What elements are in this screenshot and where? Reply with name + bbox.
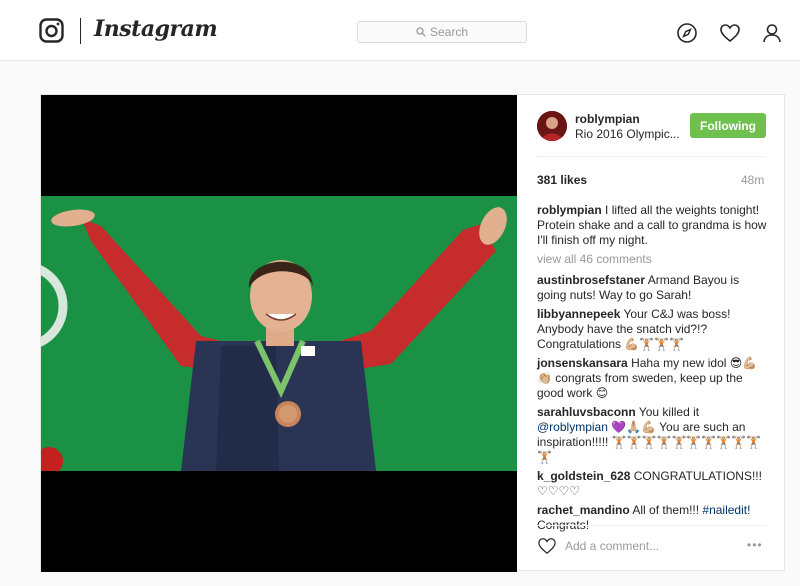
post-sidebar: roblympian Rio 2016 Olympic... Following… [517,95,785,572]
heart-icon[interactable] [719,22,741,44]
search-icon [416,27,426,37]
more-options-icon[interactable]: ••• [747,538,763,552]
add-comment-bar: Add a comment... ••• [537,536,766,558]
instagram-logo-text[interactable]: Instagram [94,16,218,42]
comment-username[interactable]: austinbrosefstaner [537,273,645,287]
post-username[interactable]: roblympian [575,112,640,126]
comment-username[interactable]: libbyannepeek [537,307,620,321]
comment-item: sarahluvsbaconn You killed it @roblympia… [537,405,769,465]
search-input[interactable]: Search [357,21,527,43]
post-header: roblympian Rio 2016 Olympic... Following [517,95,785,157]
comments-list: roblympian I lifted all the weights toni… [537,203,769,537]
search-placeholder: Search [429,25,469,39]
comment-item: jonsenskansara Haha my new idol 😎💪🏼👏🏼 co… [537,356,769,401]
comment-username[interactable]: sarahluvsbaconn [537,405,636,419]
compass-icon[interactable] [676,22,698,44]
comment-item: k_goldstein_628 CONGRATULATIONS!!! ♡♡♡♡ [537,469,769,499]
top-navigation: Instagram Search [0,0,800,61]
divider [537,525,766,526]
divider [537,156,766,157]
post-media[interactable] [41,95,517,572]
comment-username[interactable]: jonsenskansara [537,356,628,370]
user-icon[interactable] [761,22,783,44]
comment-username[interactable]: rachet_mandino [537,503,630,517]
comment-text: You killed it [638,405,700,419]
instagram-glyph-icon[interactable] [39,18,64,43]
post-timestamp[interactable]: 48m [741,173,764,187]
like-heart-icon[interactable] [537,537,557,555]
comment-item: libbyannepeek Your C&J was boss! Anybody… [537,307,769,352]
comment-text: All of them!!! [632,503,703,517]
caption: roblympian I lifted all the weights toni… [537,203,769,248]
post-location[interactable]: Rio 2016 Olympic... [575,127,680,141]
avatar[interactable] [537,111,567,141]
mention-link[interactable]: @roblympian [537,420,608,434]
add-comment-input[interactable]: Add a comment... [565,539,659,553]
view-all-comments-link[interactable]: view all 46 comments [537,252,769,267]
post-card: roblympian Rio 2016 Olympic... Following… [40,94,785,572]
likes-count[interactable]: 381 likes [537,173,587,187]
hashtag-link[interactable]: #nailedit! [702,503,750,517]
comment-item: rachet_mandino All of them!!! #nailedit!… [537,503,769,533]
comment-item: austinbrosefstaner Armand Bayou is going… [537,273,769,303]
post-photo[interactable] [41,196,517,471]
logo-divider [80,18,81,44]
comment-username[interactable]: k_goldstein_628 [537,469,630,483]
following-button[interactable]: Following [690,113,766,138]
caption-username[interactable]: roblympian [537,203,602,217]
